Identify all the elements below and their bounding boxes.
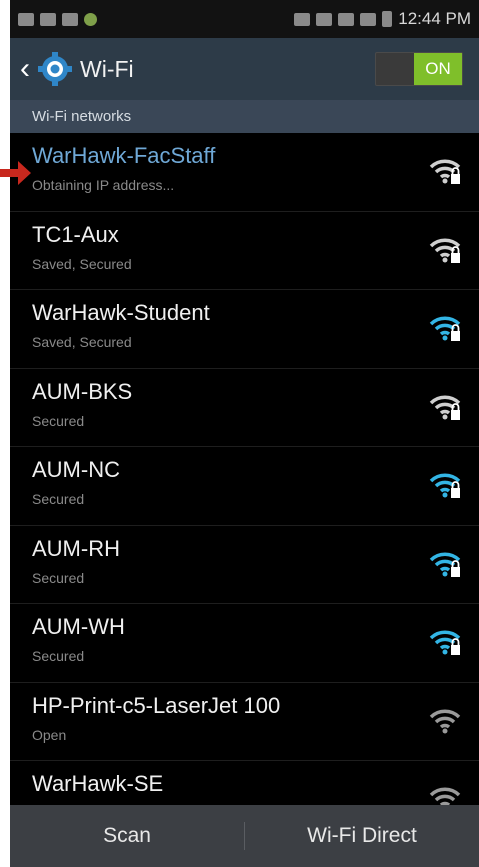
network-name: AUM-WH — [32, 614, 125, 639]
gear-icon[interactable] — [38, 52, 72, 86]
signal-icon — [360, 12, 377, 26]
scan-button[interactable]: Scan — [10, 824, 244, 848]
wifi-toggle[interactable]: ON — [375, 52, 463, 86]
network-row[interactable]: AUM-BKS Secured — [10, 369, 479, 447]
network-list: WarHawk-FacStaff Obtaining IP address... T… — [10, 133, 479, 840]
wifi-secured-icon — [429, 316, 461, 341]
battery-icon — [382, 11, 393, 27]
section-header: Wi-Fi networks — [10, 100, 479, 133]
toggle-on-label: ON — [414, 53, 462, 85]
android-icon — [84, 12, 97, 26]
network-status: Secured — [32, 648, 85, 664]
network-name: WarHawk-FacStaff — [32, 143, 216, 168]
network-status: Saved, Secured — [32, 255, 132, 272]
network-name: TC1-Aux — [32, 221, 119, 247]
wifi-secured-icon — [429, 630, 461, 655]
network-row[interactable]: AUM-RH Secured — [10, 526, 479, 604]
message-icon — [40, 12, 56, 26]
clock: 12:44 PM — [398, 9, 471, 28]
bottom-bar: Scan Wi-Fi Direct — [10, 805, 479, 867]
wifi-secured-icon — [429, 552, 461, 577]
network-status: Secured — [32, 412, 85, 429]
network-name: WarHawk-SE — [32, 771, 164, 796]
wifi-secured-icon — [429, 395, 461, 420]
alarm-icon — [338, 12, 355, 26]
red-arrow-annotation — [0, 161, 31, 185]
network-row[interactable]: TC1-Aux Saved, Secured — [10, 212, 479, 290]
network-status: Obtaining IP address... — [32, 177, 175, 193]
nfc-icon — [294, 12, 311, 26]
status-bar: 12:44 PM — [10, 0, 479, 38]
network-row[interactable]: WarHawk-FacStaff Obtaining IP address... — [10, 133, 479, 212]
wifi-settings-screen: 12:44 PM ‹ Wi-Fi ON Wi-Fi networks WarHa… — [10, 0, 479, 867]
wifi-open-icon — [429, 709, 461, 733]
network-name: AUM-NC — [32, 457, 120, 482]
network-row[interactable]: AUM-NC Secured — [10, 447, 479, 526]
wifi-secured-icon — [429, 159, 461, 184]
wifi-secured-icon — [429, 473, 461, 498]
network-status: Saved, Secured — [32, 334, 132, 350]
network-name: WarHawk-Student — [32, 300, 210, 325]
email-icon — [62, 12, 78, 26]
network-row[interactable]: WarHawk-Student Saved, Secured — [10, 290, 479, 369]
network-name: AUM-RH — [32, 535, 120, 561]
network-status: Secured — [32, 491, 85, 507]
network-row[interactable]: HP-Print-c5-LaserJet 100 Open — [10, 683, 479, 761]
action-bar: ‹ Wi-Fi ON — [10, 38, 479, 100]
network-name: HP-Print-c5-LaserJet 100 — [32, 692, 281, 718]
network-status: Open — [32, 726, 67, 743]
notification-icons — [18, 12, 97, 26]
network-name: AUM-BKS — [32, 378, 133, 404]
system-icons: 12:44 PM — [294, 9, 471, 29]
network-row[interactable]: AUM-WH Secured — [10, 604, 479, 683]
back-chevron-icon[interactable]: ‹ — [20, 54, 30, 84]
network-status: Secured — [32, 569, 85, 586]
wifi-secured-icon — [429, 238, 461, 263]
mute-icon — [316, 12, 333, 26]
page-title: Wi-Fi — [80, 55, 134, 82]
screenshot-icon — [18, 12, 34, 26]
wifi-direct-button[interactable]: Wi-Fi Direct — [245, 824, 479, 848]
